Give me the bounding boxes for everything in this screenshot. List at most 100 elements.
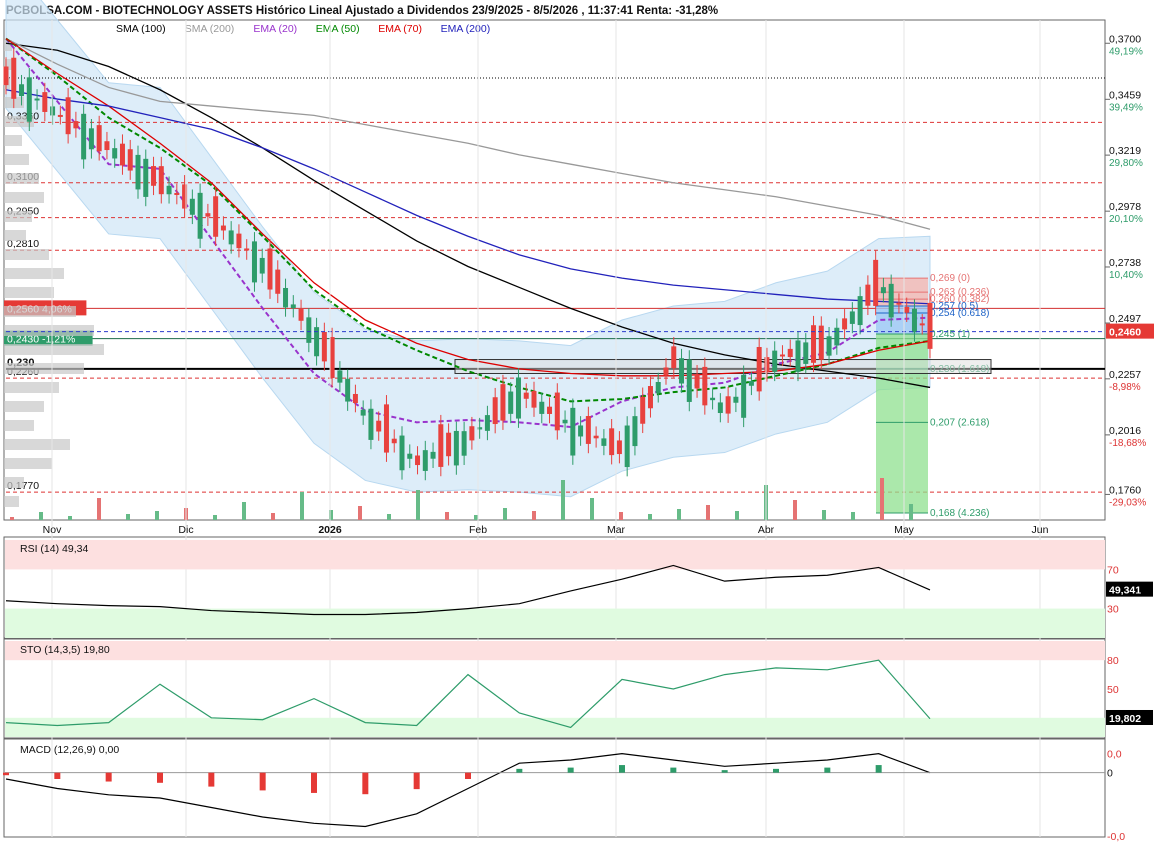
candle-body <box>81 113 87 160</box>
bollinger-band-area <box>5 0 931 498</box>
volume-bar <box>706 505 710 520</box>
candle-body <box>492 397 498 425</box>
candle-body <box>345 378 351 402</box>
volume-bar <box>822 510 826 520</box>
candle-body <box>671 346 677 369</box>
price-tick-label: 0,3219 <box>1109 145 1141 157</box>
fib-label: 0,245 (1) <box>930 329 970 340</box>
candle-body <box>88 128 94 150</box>
indicator-zone <box>5 717 1105 737</box>
price-tick-label: 0,3700 <box>1109 33 1141 45</box>
date-tick-label: Feb <box>469 524 487 536</box>
candle-body <box>127 149 133 171</box>
candle-body <box>220 225 226 231</box>
legend-item: EMA (50) <box>316 23 360 35</box>
chart-title: PCBOLSA.COM - BIOTECHNOLOGY ASSETS Histó… <box>6 5 718 17</box>
candle-body <box>275 269 281 294</box>
date-tick-label: Abr <box>758 524 775 536</box>
candle-body <box>865 284 871 306</box>
candle-body <box>337 370 343 383</box>
candle-body <box>679 358 685 384</box>
macd-histogram-bar <box>619 765 625 773</box>
candle-body <box>904 306 910 313</box>
volume-bar <box>503 508 507 520</box>
candle-body <box>756 346 762 392</box>
macd-histogram-bar <box>3 772 9 776</box>
volume-bar <box>619 512 623 520</box>
candle-body <box>686 359 692 402</box>
candle-body <box>57 114 63 117</box>
volume-bar <box>358 506 362 520</box>
volume-bar <box>213 515 217 520</box>
sto-level-label: 80 <box>1107 655 1119 667</box>
candle-body <box>399 435 405 471</box>
candle-body <box>484 415 490 431</box>
candle-body <box>104 141 110 151</box>
percent-tick-label: 20,10% <box>1109 214 1143 225</box>
candle-body <box>469 426 475 441</box>
candle-body <box>616 440 622 455</box>
candle-body <box>609 428 615 456</box>
candle-body <box>26 77 32 122</box>
candle-body <box>880 287 886 294</box>
macd-histogram-bar <box>516 768 523 773</box>
volume-profile-bar <box>4 135 22 146</box>
volume-profile-bar <box>4 268 64 279</box>
rsi-current-label: 49,341 <box>1109 585 1141 597</box>
date-tick-label: May <box>894 524 915 536</box>
macd-histogram-bar <box>824 767 831 773</box>
volume-bar <box>68 516 72 520</box>
candle-body <box>826 336 832 356</box>
candle-body <box>453 430 459 466</box>
macd-histogram-bar <box>875 765 882 773</box>
candle-body <box>741 374 747 418</box>
date-tick-label: 2026 <box>318 524 342 536</box>
candle-body <box>415 455 421 466</box>
volume-bar <box>10 517 14 520</box>
indicator-title: STO (14,3,5) 19,80 <box>20 644 110 656</box>
bollinger-band <box>5 0 931 498</box>
fib-label: 0,269 (0) <box>930 273 970 284</box>
percent-tick-label: 49,19% <box>1109 46 1143 57</box>
indicator-line <box>5 753 931 828</box>
candle-body <box>283 287 289 308</box>
fib-label: 0,168 (4.236) <box>930 508 990 519</box>
macd-histogram-bar <box>773 768 779 773</box>
candle-body <box>818 325 824 360</box>
macd-tick-label: -0,0 <box>1107 831 1125 842</box>
volume-profile-bar <box>4 211 32 222</box>
candle-body <box>143 158 149 197</box>
macd-panel: MACD (12,26,9) 0,00 0,0 0 -0,0 <box>3 744 1125 842</box>
price-tick-label: 0,1760 <box>1109 484 1141 496</box>
candle-body <box>50 106 56 116</box>
indicator-title: RSI (14) 49,34 <box>20 543 88 555</box>
candle-body <box>352 393 358 403</box>
current-price-label: 0,2460 <box>1109 327 1141 339</box>
percent-tick-label: -18,68% <box>1109 438 1146 449</box>
candle-body <box>73 121 79 129</box>
candle-body <box>251 241 257 283</box>
indicator-line <box>5 659 931 729</box>
candle-body <box>849 311 855 324</box>
percent-tick-label: 10,40% <box>1109 270 1143 281</box>
volume-bar <box>909 504 913 520</box>
volume-profile-bar <box>4 192 44 203</box>
indicator-zone <box>5 608 1105 638</box>
candle-body <box>151 166 157 186</box>
sto-level-label: 50 <box>1107 684 1119 696</box>
candle-body <box>803 342 809 364</box>
candle-body <box>166 185 172 195</box>
price-tick-label: 0,2497 <box>1109 313 1141 325</box>
volume-profile-bar <box>4 154 29 165</box>
candle-body <box>383 404 389 453</box>
volume-bar <box>532 511 536 520</box>
volume-bar <box>648 514 652 520</box>
volume-bar <box>590 498 594 520</box>
percent-tick-label: -29,03% <box>1109 497 1146 508</box>
candle-body <box>647 386 653 409</box>
candle-body <box>873 259 879 306</box>
volume-profile-bar <box>4 306 76 317</box>
fib-label: 0,207 (2.618) <box>930 417 990 428</box>
legend-item: EMA (70) <box>378 23 422 35</box>
macd-histogram-bar <box>54 772 61 779</box>
